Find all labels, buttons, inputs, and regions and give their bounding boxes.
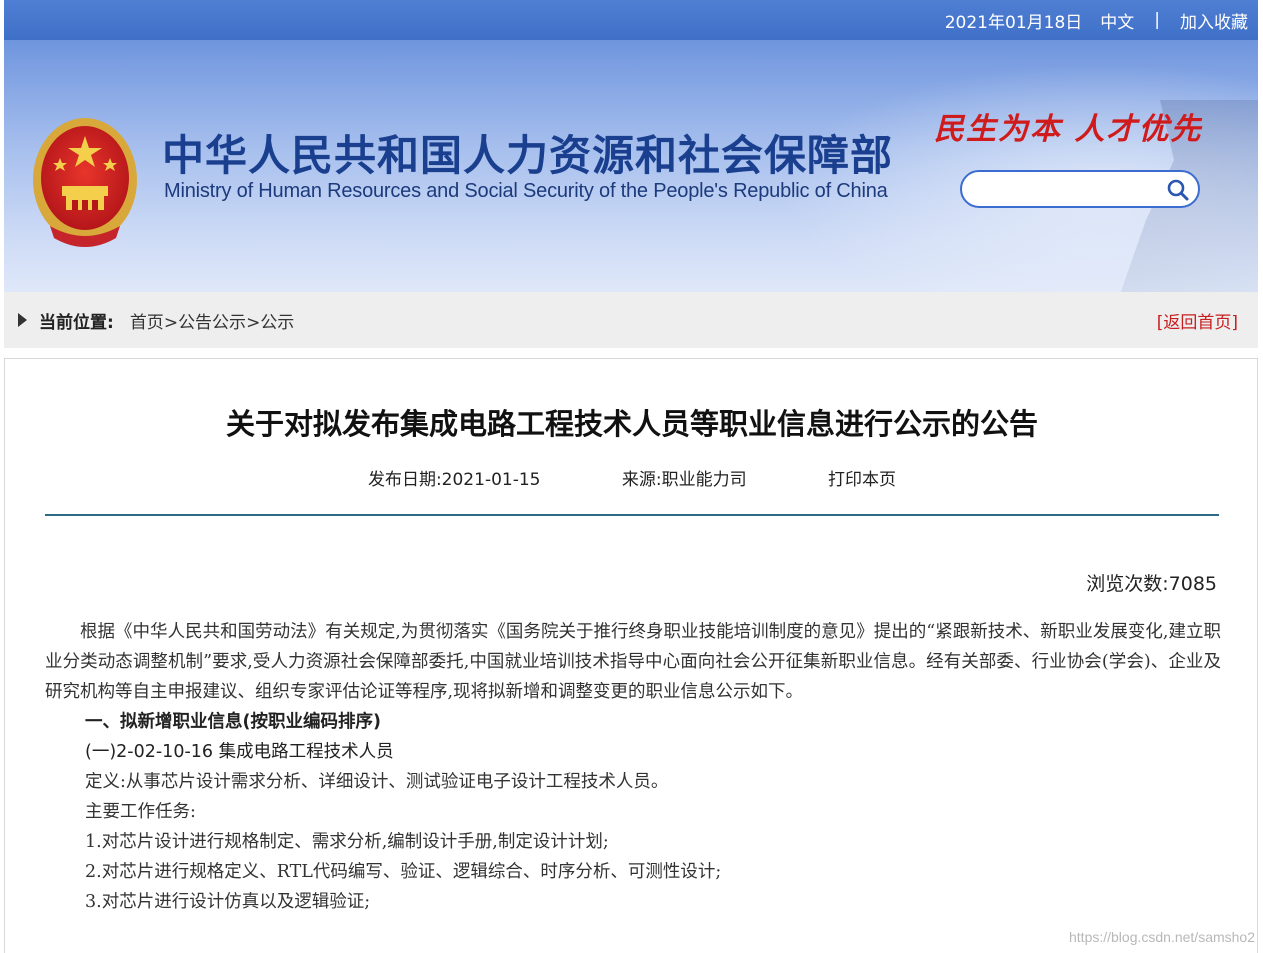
article-card: 关于对拟发布集成电路工程技术人员等职业信息进行公示的公告 发布日期:2021-0…	[4, 358, 1258, 953]
breadcrumb-notice-link[interactable]: 公示	[260, 313, 294, 333]
publish-date: 发布日期:2021-01-15	[367, 470, 541, 490]
breadcrumb-sep: >	[246, 312, 261, 333]
occupation-heading: (一)2-02-10-16 集成电路工程技术人员	[85, 742, 394, 762]
topbar-separator: |	[1154, 10, 1160, 30]
slogan-calligraphy: 民生为本 人才优先	[934, 112, 1203, 147]
task-item: 2.对芯片进行规格定义、RTL代码编写、验证、逻辑综合、时序分析、可测性设计;	[85, 862, 722, 882]
breadcrumb-path: 首页>公告公示>公示	[130, 308, 295, 333]
intro-paragraph: 根据《中华人民共和国劳动法》有关规定,为贯彻落实《国务院关于推行终身职业技能培训…	[45, 622, 1221, 702]
task-item: 3.对芯片进行设计仿真以及逻辑验证;	[85, 892, 371, 912]
language-link[interactable]: 中文	[1100, 8, 1134, 33]
header-banner: 中华人民共和国人力资源和社会保障部 Ministry of Human Reso…	[4, 40, 1258, 292]
task-item: 1.对芯片设计进行规格制定、需求分析,编制设计手册,制定设计计划;	[85, 832, 609, 852]
article-meta: 发布日期:2021-01-15 来源:职业能力司 打印本页	[5, 465, 1259, 490]
watermark-text: https://blog.csdn.net/samsho2	[1069, 929, 1255, 945]
ministry-title-english: Ministry of Human Resources and Social S…	[164, 180, 888, 202]
breadcrumb-label: 当前位置:	[39, 312, 114, 333]
article-body: 根据《中华人民共和国劳动法》有关规定,为贯彻落实《国务院关于推行终身职业技能培训…	[45, 617, 1221, 917]
search-input[interactable]	[976, 172, 1172, 206]
search-icon[interactable]	[1166, 178, 1190, 202]
ministry-title-chinese: 中华人民共和国人力资源和社会保障部	[162, 131, 894, 180]
breadcrumb-announcements-link[interactable]: 公告公示	[178, 313, 246, 333]
breadcrumb-arrow-icon	[18, 313, 27, 327]
current-date: 2021年01月18日	[944, 12, 1083, 33]
title-divider	[45, 514, 1219, 516]
search-box	[960, 170, 1200, 208]
top-bar: 2021年01月18日 中文 | 加入收藏	[4, 0, 1258, 40]
article-title: 关于对拟发布集成电路工程技术人员等职业信息进行公示的公告	[225, 407, 1038, 441]
tasks-label: 主要工作任务:	[85, 802, 196, 822]
article-source: 来源:职业能力司	[621, 470, 747, 490]
breadcrumb-home-link[interactable]: 首页	[130, 313, 164, 333]
print-page-link[interactable]: 打印本页	[828, 470, 896, 490]
view-count: 浏览次数:7085	[1086, 573, 1217, 595]
back-home-link[interactable]: [返回首页]	[1157, 308, 1238, 333]
section-heading: 一、拟新增职业信息(按职业编码排序)	[85, 712, 381, 732]
breadcrumb: 当前位置: 首页>公告公示>公示 [返回首页]	[4, 292, 1258, 348]
breadcrumb-sep: >	[163, 312, 179, 333]
definition-text: 定义:从事芯片设计需求分析、详细设计、测试验证电子设计工程技术人员。	[85, 772, 669, 792]
add-favorite-link[interactable]: 加入收藏	[1180, 8, 1248, 33]
national-emblem-icon	[33, 118, 137, 247]
